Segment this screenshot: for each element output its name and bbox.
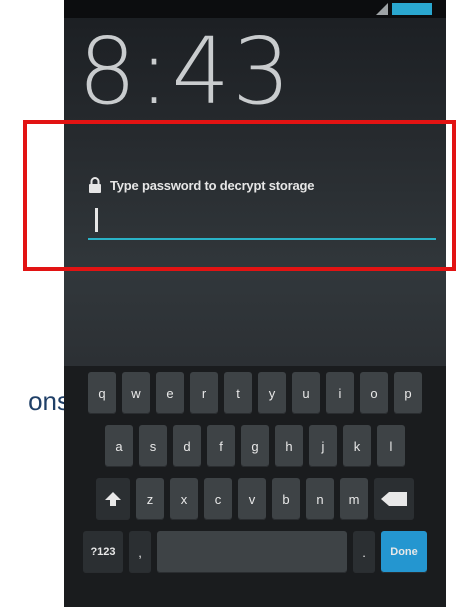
key-j[interactable]: j: [309, 425, 337, 467]
keyboard-row-4: ?123 , . Done: [68, 531, 442, 573]
battery-icon: [392, 3, 432, 15]
highlight-box: [23, 120, 456, 271]
key-f[interactable]: f: [207, 425, 235, 467]
shift-icon: [105, 492, 121, 506]
keyboard-row-3: z x c v b n m: [68, 478, 442, 520]
side-caption-fragment: ons: [28, 386, 70, 416]
key-e[interactable]: e: [156, 372, 184, 414]
key-n[interactable]: n: [306, 478, 334, 520]
key-d[interactable]: d: [173, 425, 201, 467]
key-v[interactable]: v: [238, 478, 266, 520]
key-g[interactable]: g: [241, 425, 269, 467]
symbols-key[interactable]: ?123: [83, 531, 123, 573]
key-m[interactable]: m: [340, 478, 368, 520]
keyboard-row-2: a s d f g h j k l: [68, 425, 442, 467]
key-i[interactable]: i: [326, 372, 354, 414]
keyboard-row-1: q w e r t y u i o p: [68, 372, 442, 414]
key-k[interactable]: k: [343, 425, 371, 467]
status-bar: [64, 0, 446, 18]
done-key[interactable]: Done: [381, 531, 427, 573]
key-w[interactable]: w: [122, 372, 150, 414]
soft-keyboard: q w e r t y u i o p a s d f g h j k l z …: [64, 366, 446, 607]
space-key[interactable]: [157, 531, 347, 573]
key-t[interactable]: t: [224, 372, 252, 414]
key-y[interactable]: y: [258, 372, 286, 414]
key-o[interactable]: o: [360, 372, 388, 414]
period-key[interactable]: .: [353, 531, 375, 573]
backspace-icon: [381, 492, 407, 506]
key-q[interactable]: q: [88, 372, 116, 414]
key-p[interactable]: p: [394, 372, 422, 414]
key-b[interactable]: b: [272, 478, 300, 520]
key-s[interactable]: s: [139, 425, 167, 467]
signal-icon: [376, 3, 388, 15]
key-x[interactable]: x: [170, 478, 198, 520]
key-h[interactable]: h: [275, 425, 303, 467]
key-r[interactable]: r: [190, 372, 218, 414]
backspace-key[interactable]: [374, 478, 414, 520]
key-u[interactable]: u: [292, 372, 320, 414]
key-l[interactable]: l: [377, 425, 405, 467]
key-z[interactable]: z: [136, 478, 164, 520]
lock-clock: 8:43: [78, 18, 293, 125]
key-a[interactable]: a: [105, 425, 133, 467]
shift-key[interactable]: [96, 478, 130, 520]
phone-screen: 8:43 Type password to decrypt storage q …: [64, 0, 446, 607]
comma-key[interactable]: ,: [129, 531, 151, 573]
key-c[interactable]: c: [204, 478, 232, 520]
